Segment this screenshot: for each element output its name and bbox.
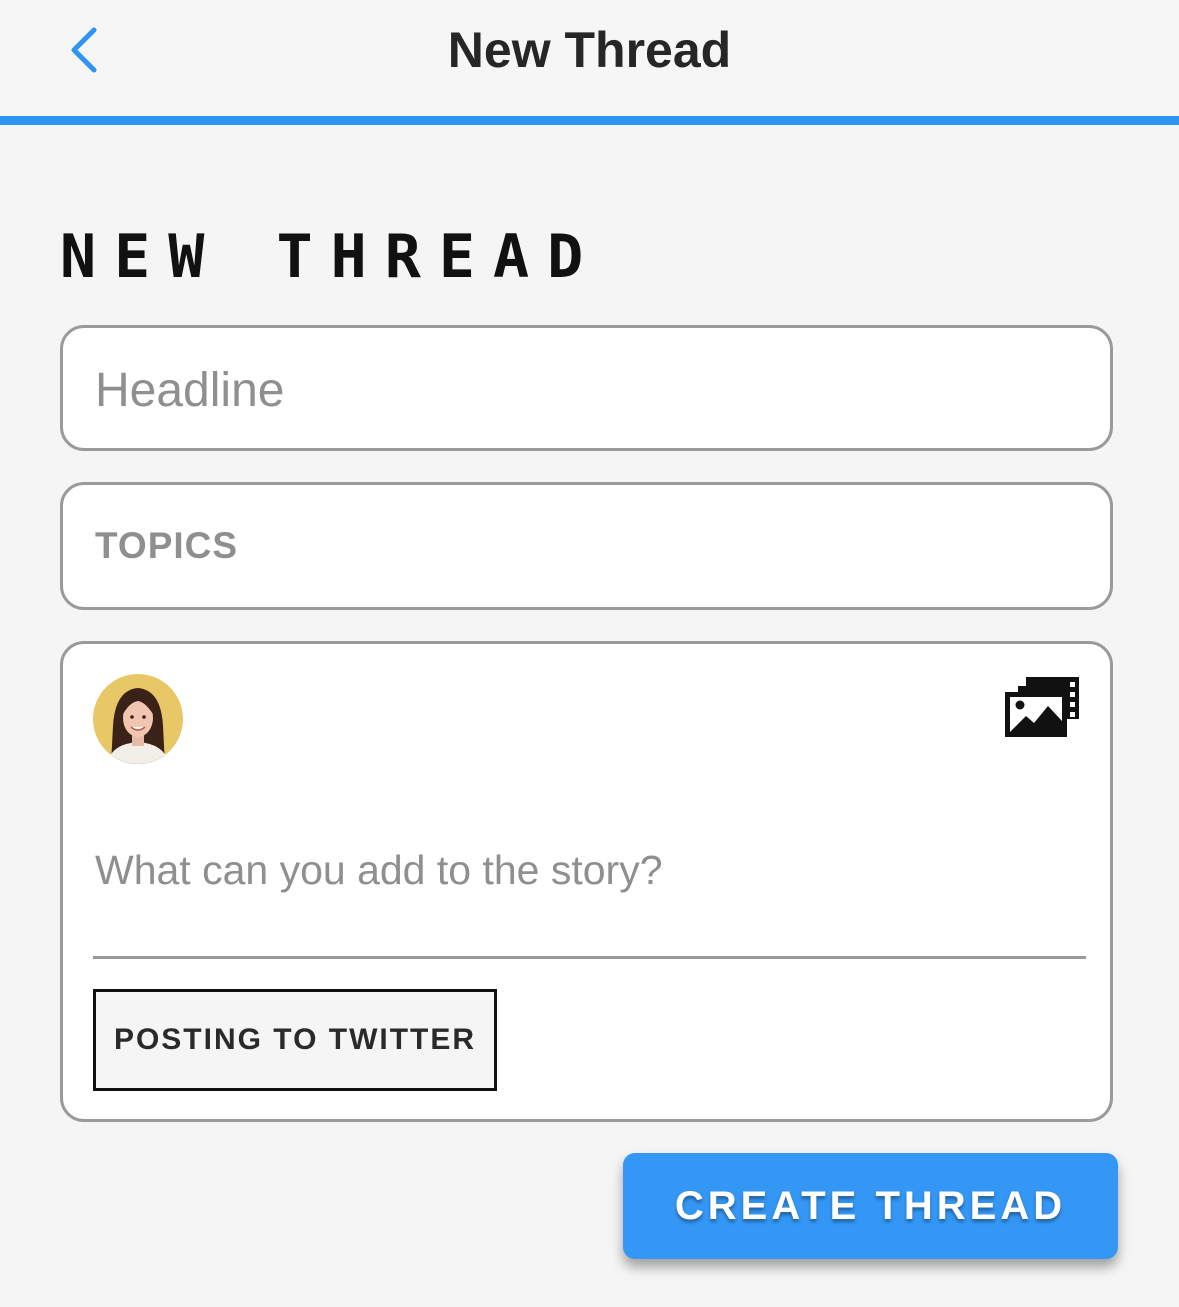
story-input[interactable] [95,840,1088,900]
navigation-bar: New Thread [0,0,1179,125]
topics-input[interactable] [95,521,1086,571]
headline-field [60,325,1113,451]
posting-to-twitter-toggle[interactable]: POSTING TO TWITTER [93,989,497,1091]
page-heading: NEW THREAD [60,222,602,292]
headline-input[interactable] [95,360,1086,420]
story-composer: POSTING TO TWITTER [60,641,1113,1122]
nav-title: New Thread [447,22,732,78]
photo-gallery-icon [1005,677,1079,737]
user-avatar-image [93,674,183,764]
avatar [93,674,183,764]
topics-field [60,482,1113,610]
story-underline [93,956,1086,959]
create-thread-button[interactable]: CREATE THREAD [623,1153,1118,1259]
add-media-button[interactable] [1004,674,1084,740]
